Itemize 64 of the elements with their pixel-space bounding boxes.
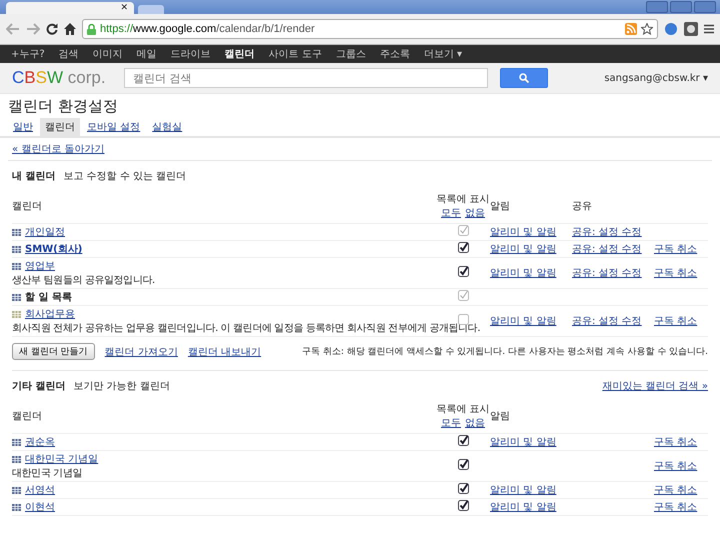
- column-header: 목록에 표시: [436, 403, 490, 416]
- nav-item[interactable]: 드라이브: [164, 47, 218, 61]
- select-all-link[interactable]: 모두: [441, 416, 461, 430]
- unsubscribe-note: 구독 취소: 해당 캘린더에 액세스할 수 있게됩니다. 다른 사용자는 평소처럼 계속 사용할 수 있습니다.: [302, 346, 708, 358]
- search-field[interactable]: 캘린더 검색: [124, 68, 488, 88]
- unsubscribe-link[interactable]: 구독 취소: [654, 244, 698, 255]
- calendar-description: 대한민국 기념일: [12, 467, 82, 480]
- calendar-link[interactable]: 영업부: [25, 259, 55, 273]
- nav-item[interactable]: 그룹스: [328, 47, 373, 61]
- column-header: 캘린더: [12, 411, 42, 422]
- settings-tab[interactable]: 실험실: [147, 118, 188, 136]
- nav-item[interactable]: 검색: [52, 47, 86, 61]
- nav-item[interactable]: +누구?: [4, 47, 52, 61]
- calendar-name: 할 일 목록: [25, 291, 72, 304]
- sharing-link[interactable]: 공유: 설정 수정: [572, 244, 642, 255]
- nav-item[interactable]: 더보기 ▾: [416, 47, 470, 61]
- browse-calendars-link[interactable]: 재미있는 캘린더 검색 »: [602, 379, 708, 393]
- account-menu[interactable]: sangsang@cbsw.kr ▾: [604, 72, 708, 84]
- settings-tab[interactable]: 일반: [8, 118, 38, 136]
- create-calendar-button[interactable]: 새 캘린더 만들기: [12, 343, 95, 360]
- notifications-link[interactable]: 알리미 및 알림: [490, 485, 556, 496]
- nav-item[interactable]: 메일: [130, 47, 164, 61]
- logo: CBSW corp.: [12, 68, 107, 88]
- back-link[interactable]: « 캘린더로 돌아가기: [8, 138, 712, 161]
- address-bar[interactable]: https://www.google.com/calendar/b/1/render: [82, 19, 658, 39]
- nav-item[interactable]: 주소록: [372, 47, 417, 61]
- calendar-link[interactable]: 서영석: [25, 483, 55, 497]
- section-title: 내 캘린더: [12, 170, 56, 183]
- unsubscribe-link[interactable]: 구독 취소: [654, 437, 698, 448]
- sharing-link[interactable]: 공유: 설정 수정: [572, 268, 642, 279]
- notifications-link[interactable]: 알리미 및 알림: [490, 437, 556, 448]
- unsubscribe-link[interactable]: 구독 취소: [654, 485, 698, 496]
- calendar-link[interactable]: 이현석: [25, 500, 55, 514]
- column-header: 공유: [572, 201, 592, 212]
- section-subtitle: 보기만 가능한 캘린더: [73, 380, 170, 393]
- section-title: 기타 캘린더: [12, 380, 66, 393]
- unsubscribe-link[interactable]: 구독 취소: [654, 268, 698, 279]
- nav-item[interactable]: 이미지: [86, 47, 130, 61]
- column-header: 캘린더: [12, 201, 42, 212]
- notifications-link[interactable]: 알리미 및 알림: [490, 268, 556, 279]
- page-title: 캘린더 환경설정: [7, 96, 119, 117]
- nav-item[interactable]: 캘린더: [218, 47, 262, 61]
- section-subtitle: 보고 수정할 수 있는 캘린더: [63, 170, 186, 183]
- close-tab-icon[interactable]: ✕: [120, 3, 128, 13]
- column-header: 목록에 표시: [436, 193, 490, 206]
- select-none-link[interactable]: 없음: [465, 206, 485, 220]
- settings-tab[interactable]: 모바일 설정: [82, 118, 146, 136]
- notifications-link[interactable]: 알리미 및 알림: [490, 502, 556, 513]
- column-header: 알림: [490, 411, 510, 422]
- unsubscribe-link[interactable]: 구독 취소: [654, 461, 698, 472]
- notifications-link[interactable]: 알리미 및 알림: [490, 244, 556, 255]
- calendar-description: 회사직원 전체가 공유하는 업무용 캘린더입니다. 이 캘린더에 일정을 등록하면 회사직원 전부에게 공개됩니다.: [12, 322, 480, 335]
- export-link[interactable]: 캘린더 내보내기: [188, 344, 262, 358]
- calendar-description: 생산부 팀원들의 공유일정입니다.: [12, 274, 155, 287]
- settings-tab[interactable]: 캘린더: [40, 118, 80, 136]
- calendar-link[interactable]: 권순옥: [25, 435, 55, 449]
- calendar-link[interactable]: SMW(회사): [25, 242, 82, 256]
- select-all-link[interactable]: 모두: [441, 206, 461, 220]
- nav-item[interactable]: 사이트 도구: [262, 47, 329, 61]
- import-link[interactable]: 캘린더 가져오기: [104, 344, 178, 358]
- select-none-link[interactable]: 없음: [465, 416, 485, 430]
- column-header: 알림: [490, 201, 510, 212]
- unsubscribe-link[interactable]: 구독 취소: [654, 502, 698, 513]
- calendar-link[interactable]: 대한민국 기념일: [25, 452, 98, 466]
